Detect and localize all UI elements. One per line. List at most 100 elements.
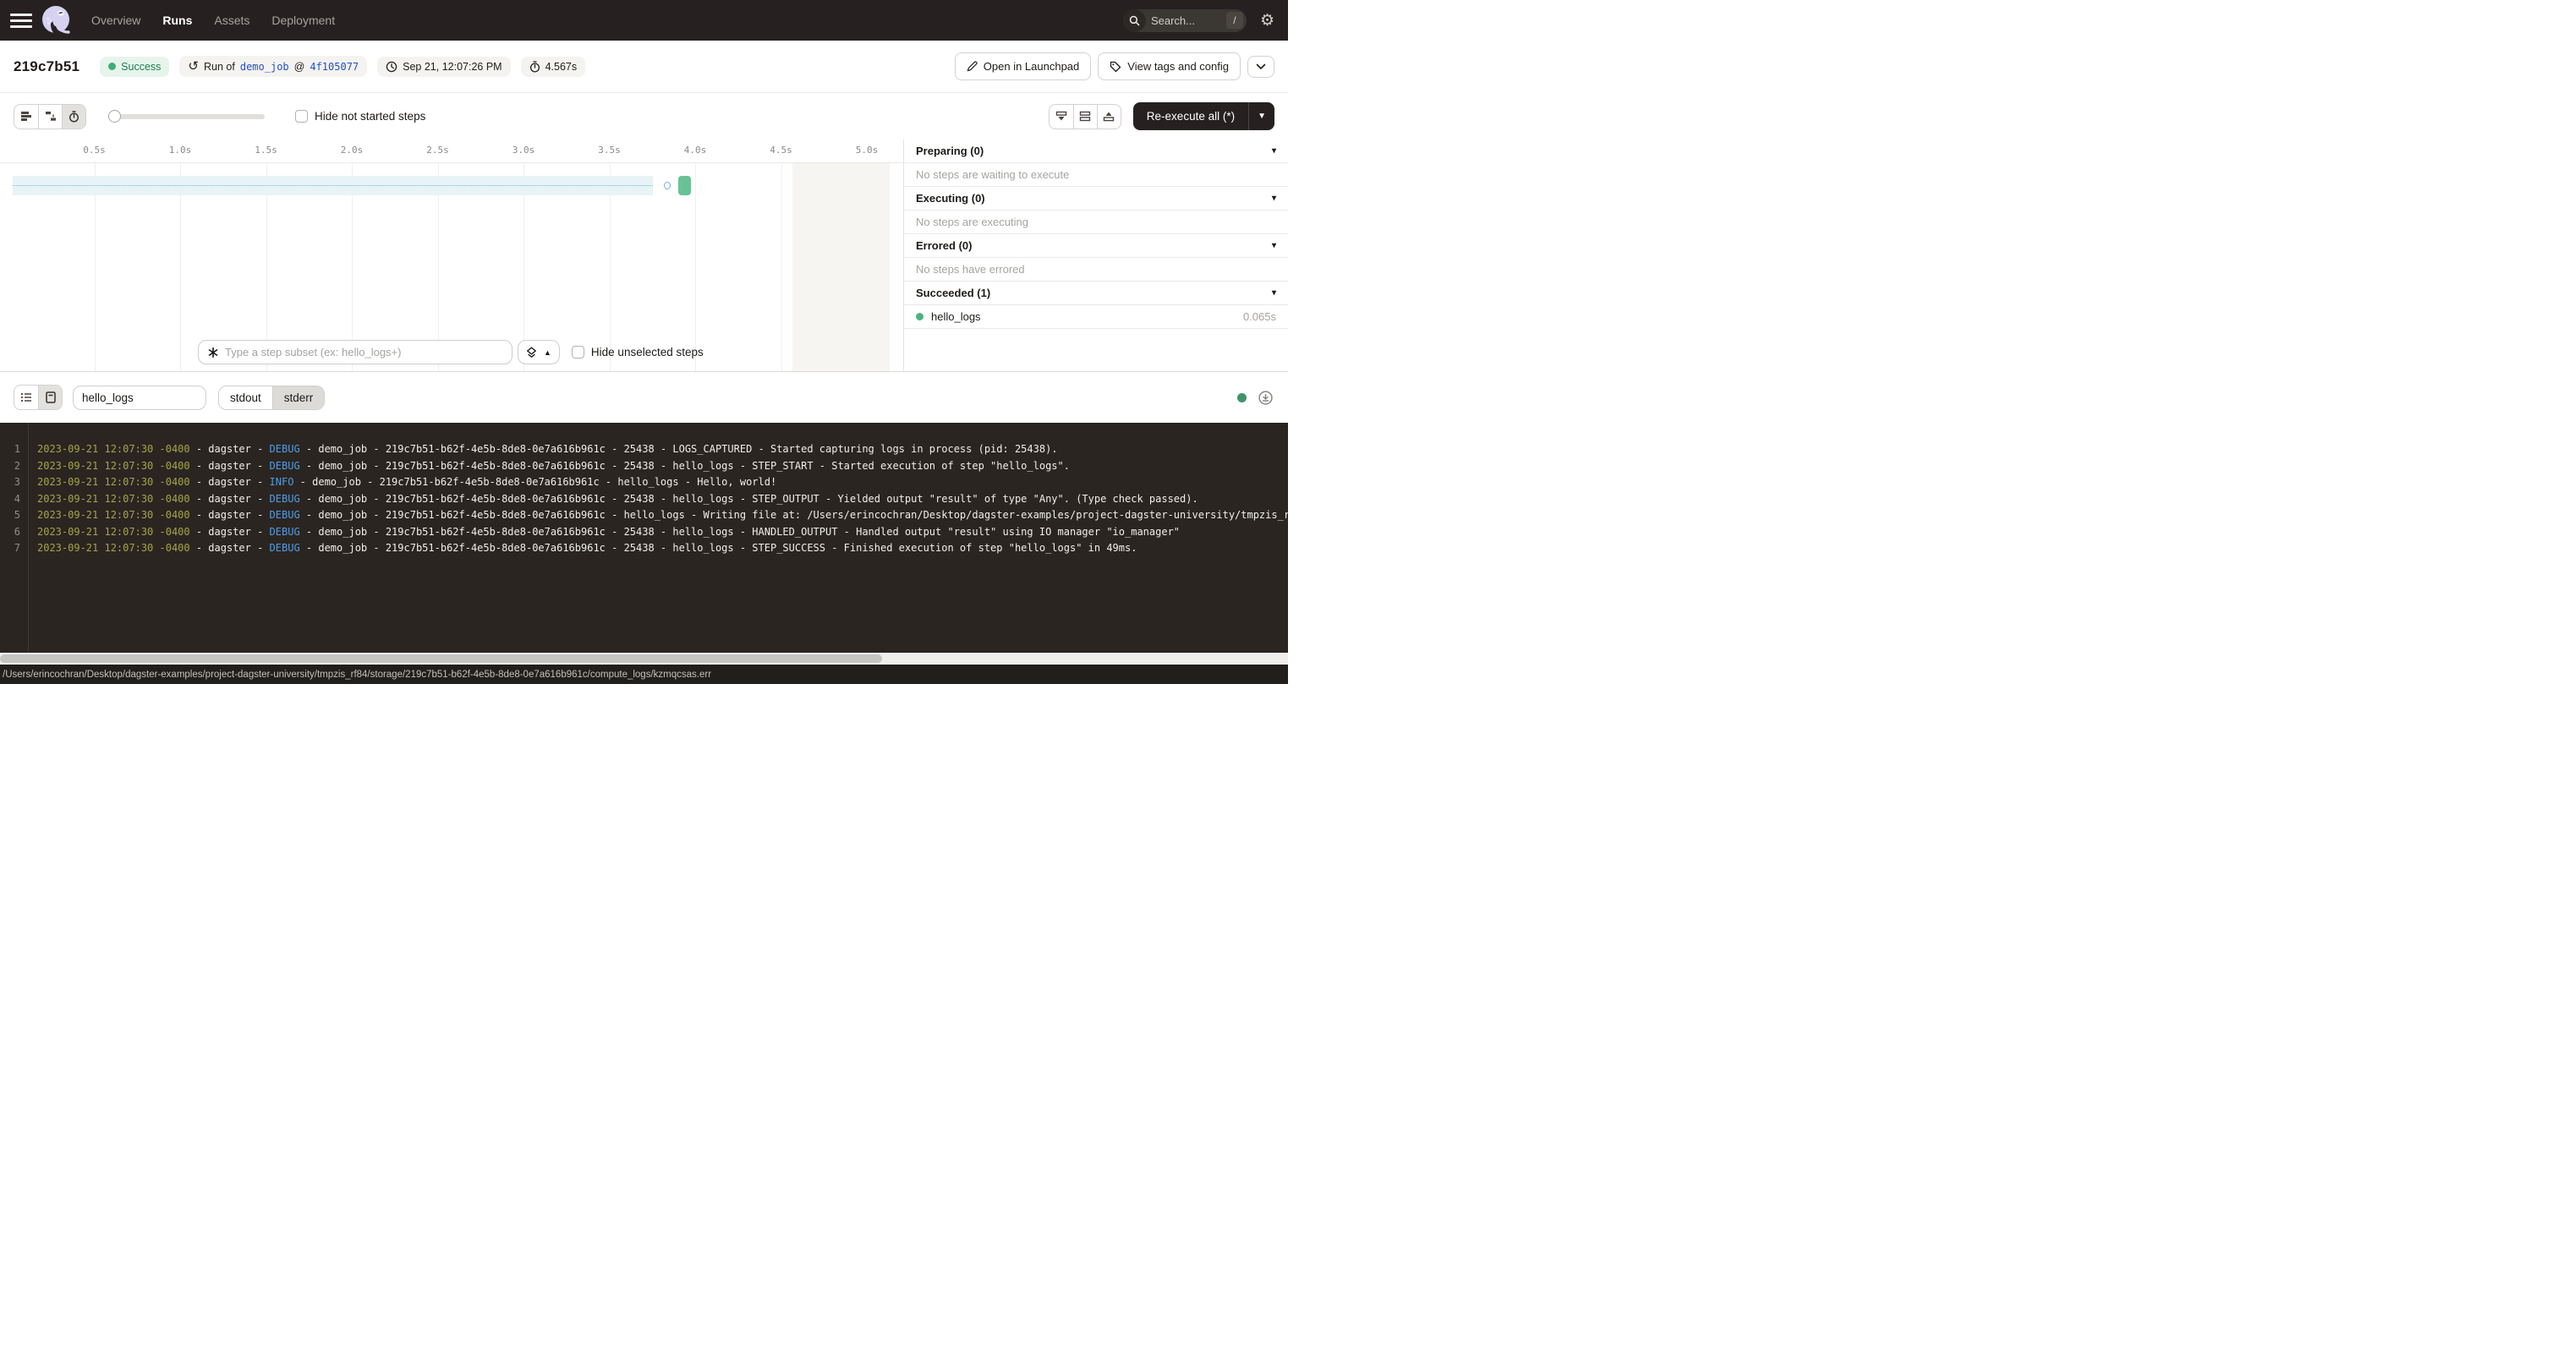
stderr-tab[interactable]: stderr — [272, 386, 325, 409]
layers-diamond-icon — [526, 347, 537, 358]
split-panels-button[interactable] — [1073, 105, 1097, 129]
log-file-path-bar: /Users/erincochran/Desktop/dagster-examp… — [0, 665, 1288, 684]
axis-tick-3.0s: 3.0s — [512, 145, 535, 156]
nav-link-deployment[interactable]: Deployment — [271, 14, 335, 27]
log-capture-status-dot — [1237, 393, 1247, 402]
re-execute-dropdown-chevron[interactable]: ▼ — [1248, 102, 1274, 130]
step-success-dot-icon — [916, 313, 924, 320]
axis-tick-2.0s: 2.0s — [341, 145, 364, 156]
structured-log-view-button[interactable] — [14, 386, 38, 409]
step-subset-input[interactable] — [225, 346, 503, 358]
download-log-icon[interactable] — [1258, 391, 1273, 405]
tag-icon — [1110, 61, 1121, 73]
gantt-zoom-slider[interactable] — [108, 110, 265, 123]
step-bar-hello-logs[interactable] — [678, 176, 691, 195]
step-start-marker[interactable] — [664, 182, 671, 189]
caret-up-icon: ▲ — [544, 348, 551, 357]
duration-tag: 4.567s — [521, 57, 586, 77]
caret-down-icon: ▾ — [1272, 146, 1276, 156]
slider-knob[interactable] — [108, 110, 121, 123]
raw-log-output[interactable]: 12023-09-21 12:07:30 -0400 - dagster - D… — [0, 423, 1288, 653]
search-icon — [1123, 9, 1146, 32]
log-line-6: 62023-09-21 12:07:30 -0400 - dagster - D… — [0, 524, 1288, 541]
view-flat-button[interactable] — [14, 105, 38, 129]
log-line-3: 32023-09-21 12:07:30 -0400 - dagster - I… — [0, 474, 1288, 491]
clock-icon — [386, 61, 397, 73]
caret-down-icon: ▾ — [1272, 194, 1276, 203]
axis-tick-3.5s: 3.5s — [598, 145, 621, 156]
nav-link-assets[interactable]: Assets — [214, 14, 249, 27]
stopwatch-icon — [529, 61, 540, 73]
stdout-tab[interactable]: stdout — [219, 386, 272, 409]
success-dot-icon — [108, 63, 116, 70]
panel-section-errored[interactable]: Errored (0)▾ — [904, 234, 1288, 258]
gantt-view-mode-group — [14, 104, 86, 129]
expand-bottom-panel-button[interactable] — [1050, 105, 1073, 129]
nav-links: Overview Runs Assets Deployment — [91, 14, 335, 27]
log-horizontal-scrollbar[interactable] — [0, 653, 1288, 665]
hamburger-menu-icon[interactable] — [10, 9, 32, 31]
fit-zoom-button[interactable]: ▲ — [518, 340, 560, 364]
chevron-down-icon — [1256, 63, 1266, 70]
run-header: 219c7b51 Success ↺ Run of demo_job @ 4f1… — [0, 41, 1288, 93]
run-id-title: 219c7b51 — [14, 58, 79, 75]
log-step-filter-input[interactable] — [73, 386, 206, 410]
log-toolbar: stdout stderr — [0, 372, 1288, 423]
axis-tick-2.5s: 2.5s — [426, 145, 449, 156]
run-status-badge: Success — [100, 57, 169, 77]
axis-tick-1.5s: 1.5s — [255, 145, 277, 156]
re-execute-all-button[interactable]: Re-execute all (*) ▼ — [1133, 102, 1274, 130]
snapshot-id-link[interactable]: 4f105077 — [310, 61, 359, 73]
nav-link-runs[interactable]: Runs — [162, 14, 192, 27]
search-placeholder: Search... — [1146, 14, 1226, 27]
axis-line — [0, 162, 903, 163]
open-in-launchpad-button[interactable]: Open in Launchpad — [955, 52, 1091, 80]
panel-step-row-hello_logs[interactable]: hello_logs0.065s — [904, 305, 1288, 329]
more-run-actions-button[interactable] — [1247, 56, 1274, 78]
axis-tick-0.5s: 0.5s — [83, 145, 106, 156]
job-name-link[interactable]: demo_job — [240, 61, 289, 73]
log-line-7: 72023-09-21 12:07:30 -0400 - dagster - D… — [0, 540, 1288, 557]
panel-empty-message: No steps are waiting to execute — [904, 163, 1288, 187]
log-file-path: /Users/erincochran/Desktop/dagster-examp… — [0, 670, 711, 680]
gutter-divider — [28, 423, 29, 653]
view-waterfall-button[interactable] — [38, 105, 62, 129]
log-line-1: 12023-09-21 12:07:30 -0400 - dagster - D… — [0, 441, 1288, 458]
expand-top-panel-button[interactable] — [1097, 105, 1121, 129]
hide-unselected-checkbox[interactable] — [572, 346, 584, 358]
hide-not-started-checkbox[interactable] — [295, 110, 308, 123]
gantt-toolbar: Hide not started steps Re-execute all (*… — [0, 93, 1288, 140]
view-tags-config-button[interactable]: View tags and config — [1098, 52, 1241, 80]
log-line-4: 42023-09-21 12:07:30 -0400 - dagster - D… — [0, 491, 1288, 508]
raw-log-view-button[interactable] — [38, 386, 62, 409]
panel-empty-message: No steps have errored — [904, 258, 1288, 282]
view-timed-button[interactable] — [62, 105, 85, 129]
panel-layout-group — [1049, 104, 1121, 129]
caret-down-icon: ▾ — [1272, 288, 1276, 298]
step-subset-input-wrap — [198, 340, 512, 364]
op-selector-icon — [207, 347, 219, 358]
log-line-5: 52023-09-21 12:07:30 -0400 - dagster - D… — [0, 507, 1288, 524]
search-shortcut-key: / — [1226, 12, 1243, 29]
step-waiting-band — [13, 176, 653, 195]
search-input[interactable]: Search... / — [1123, 9, 1247, 32]
panel-section-executing[interactable]: Executing (0)▾ — [904, 187, 1288, 211]
caret-down-icon: ▾ — [1272, 241, 1276, 250]
gear-icon[interactable]: ⚙ — [1260, 13, 1274, 29]
axis-tick-4.0s: 4.0s — [684, 145, 707, 156]
hide-unselected-label: Hide unselected steps — [591, 346, 704, 358]
dagster-run-page: Overview Runs Assets Deployment Search... /… — [0, 0, 1288, 684]
gantt-chart[interactable]: 0.5s1.0s1.5s2.0s2.5s3.0s3.5s4.0s4.5s5.0s — [0, 140, 903, 371]
log-line-2: 22023-09-21 12:07:30 -0400 - dagster - D… — [0, 458, 1288, 475]
panel-section-preparing[interactable]: Preparing (0)▾ — [904, 140, 1288, 163]
step-subset-row: ▲ Hide unselected steps — [198, 340, 704, 364]
step-status-panel: Preparing (0)▾No steps are waiting to ex… — [903, 140, 1288, 371]
pencil-icon — [967, 61, 978, 72]
run-of-tag: ↺ Run of demo_job @ 4f105077 — [179, 56, 367, 77]
start-time-tag: Sep 21, 12:07:26 PM — [377, 57, 510, 77]
gridline — [781, 163, 782, 371]
panel-section-succeeded[interactable]: Succeeded (1)▾ — [904, 282, 1288, 305]
dagster-logo-icon[interactable] — [41, 4, 73, 36]
nav-link-overview[interactable]: Overview — [91, 14, 140, 27]
scrollbar-thumb[interactable] — [0, 654, 882, 663]
